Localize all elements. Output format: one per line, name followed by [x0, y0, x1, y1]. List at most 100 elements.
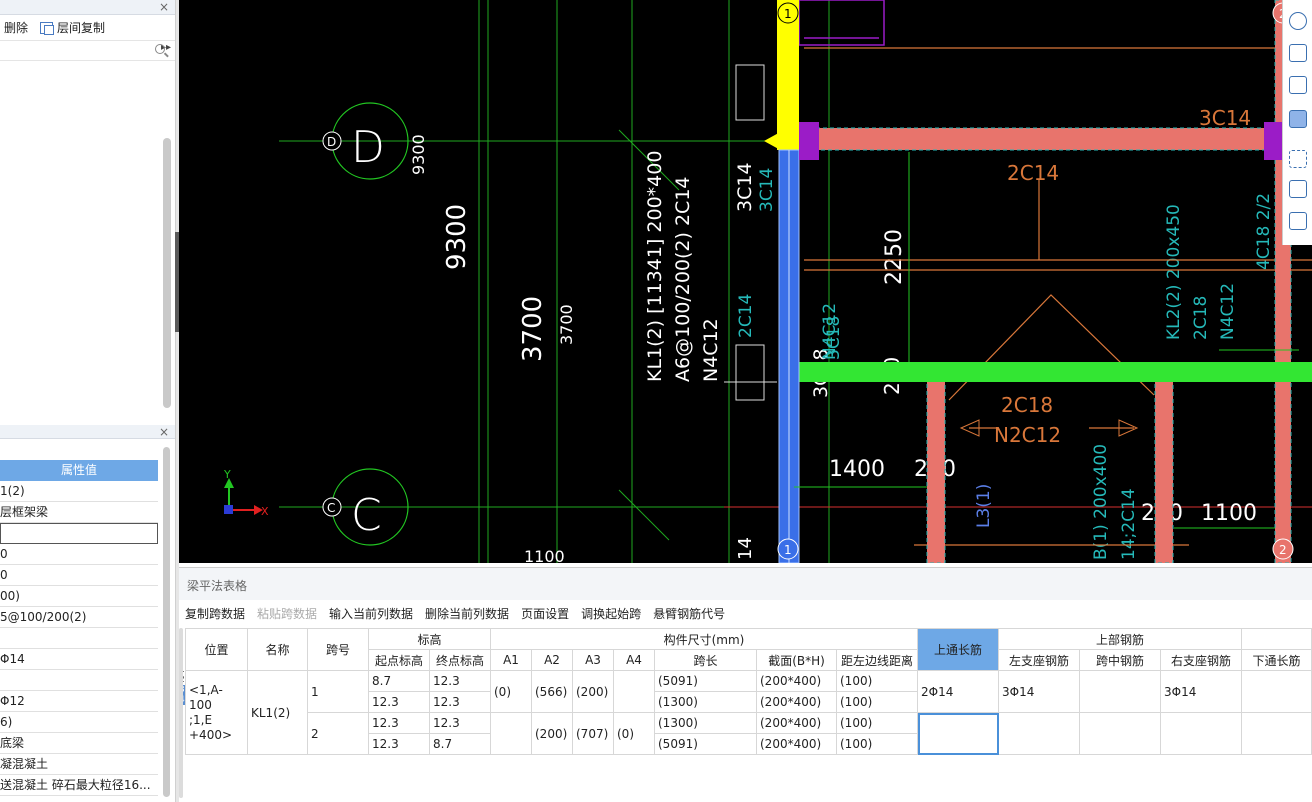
section-cell[interactable]: (200*400): [756, 712, 837, 734]
property-value-row[interactable]: [0, 523, 158, 544]
property-value-row[interactable]: Φ12: [0, 691, 158, 712]
search-icon[interactable]: [155, 44, 165, 54]
property-value-row[interactable]: 送混凝土 碎石最大粒径16...: [0, 775, 158, 796]
property-value-row[interactable]: 5@100/200(2): [0, 607, 158, 628]
a2-cell[interactable]: (566): [531, 670, 573, 713]
col-section[interactable]: 截面(B*H): [756, 649, 837, 671]
end-elev-cell[interactable]: 12.3: [429, 670, 491, 692]
right-support-cell[interactable]: [1160, 712, 1242, 755]
swap-start-span-button[interactable]: 调换起始跨: [581, 605, 641, 622]
mid-span-cell[interactable]: [1079, 712, 1161, 755]
drawing-canvas[interactable]: D C D C 9300 9300 3700 3700 1100 2250 14…: [179, 0, 1312, 563]
col-elevation[interactable]: 标高: [368, 628, 491, 650]
span-length-cell[interactable]: (5091): [654, 733, 757, 755]
start-elev-cell[interactable]: 12.3: [368, 691, 430, 713]
a4-cell[interactable]: [613, 670, 655, 713]
span-length-cell[interactable]: (5091): [654, 670, 757, 692]
a3-cell[interactable]: (707): [572, 712, 614, 755]
a4-cell[interactable]: (0): [613, 712, 655, 755]
left-support-cell[interactable]: [998, 712, 1080, 755]
span-cell[interactable]: 1: [307, 670, 369, 713]
col-left-support[interactable]: 左支座钢筋: [998, 649, 1080, 671]
page-setup-button[interactable]: 页面设置: [521, 605, 569, 622]
bottom-continuous-cell[interactable]: [1241, 712, 1312, 755]
top-continuous-cell-selected[interactable]: [917, 712, 999, 755]
property-value-row[interactable]: [0, 628, 158, 649]
col-position[interactable]: 位置: [185, 628, 248, 671]
col-a3[interactable]: A3: [572, 649, 614, 671]
start-elev-cell[interactable]: 8.7: [368, 670, 430, 692]
end-elev-cell[interactable]: 12.3: [429, 712, 491, 734]
copy-span-data-button[interactable]: 复制跨数据: [185, 605, 245, 622]
property-value-row[interactable]: [0, 670, 158, 691]
3d-view-icon[interactable]: [1289, 44, 1307, 62]
table-scrollbar[interactable]: [179, 628, 183, 798]
span-cell[interactable]: 2: [307, 712, 369, 755]
col-right-support[interactable]: 右支座钢筋: [1160, 649, 1242, 671]
end-elev-cell[interactable]: 12.3: [429, 691, 491, 713]
col-start-elev[interactable]: 起点标高: [368, 649, 430, 671]
col-span-no[interactable]: 跨号: [307, 628, 369, 671]
distance-cell[interactable]: (100): [836, 670, 918, 692]
cube-view-icon[interactable]: [1289, 110, 1307, 128]
floor-copy-button[interactable]: 层间复制: [40, 19, 105, 36]
a3-cell[interactable]: (200): [572, 670, 614, 713]
property-value-row[interactable]: 1(2): [0, 481, 158, 502]
col-bottom-continuous[interactable]: 下通长筋: [1241, 649, 1312, 671]
a2-cell[interactable]: (200): [531, 712, 573, 755]
a1-cell[interactable]: [490, 712, 532, 755]
col-size[interactable]: 构件尺寸(mm): [490, 628, 918, 650]
start-elev-cell[interactable]: 12.3: [368, 733, 430, 755]
bottom-continuous-cell[interactable]: [1241, 670, 1312, 713]
cantilever-rebar-code-button[interactable]: 悬臂钢筋代号: [653, 605, 725, 622]
left-support-cell[interactable]: 3Φ14: [998, 670, 1080, 713]
section-cell[interactable]: (200*400): [756, 733, 837, 755]
property-value-row[interactable]: 00): [0, 586, 158, 607]
col-top-continuous[interactable]: 上通长筋: [917, 628, 999, 671]
distance-cell[interactable]: (100): [836, 733, 918, 755]
properties-sheet-icon[interactable]: [1289, 212, 1307, 230]
col-name[interactable]: 名称: [247, 628, 308, 671]
isolate-icon[interactable]: [1289, 180, 1307, 198]
scrollbar[interactable]: [163, 447, 170, 797]
name-cell[interactable]: KL1(2): [247, 670, 308, 755]
col-end-elev[interactable]: 终点标高: [429, 649, 491, 671]
distance-cell[interactable]: (100): [836, 691, 918, 713]
mid-span-cell[interactable]: [1079, 670, 1161, 713]
col-span-length[interactable]: 跨长: [654, 649, 757, 671]
paste-span-data-button[interactable]: 粘贴跨数据: [257, 605, 317, 622]
property-value-row[interactable]: 层框架梁: [0, 502, 158, 523]
close-icon[interactable]: ×: [159, 425, 169, 439]
start-elev-cell[interactable]: 12.3: [368, 712, 430, 734]
col-a2[interactable]: A2: [531, 649, 573, 671]
col-top-rebar[interactable]: 上部钢筋: [998, 628, 1242, 650]
property-value-row[interactable]: 凝混凝土: [0, 754, 158, 775]
span-length-cell[interactable]: (1300): [654, 691, 757, 713]
fit-extent-icon[interactable]: [1289, 150, 1307, 168]
col-extra[interactable]: [1241, 628, 1312, 650]
close-icon[interactable]: ×: [159, 0, 169, 14]
box-view-icon[interactable]: [1289, 76, 1307, 94]
distance-cell[interactable]: (100): [836, 712, 918, 734]
delete-column-data-button[interactable]: 删除当前列数据: [425, 605, 509, 622]
col-left-distance[interactable]: 距左边线距离: [836, 649, 918, 671]
section-cell[interactable]: (200*400): [756, 670, 837, 692]
delete-button[interactable]: 删除: [4, 19, 28, 36]
a1-cell[interactable]: (0): [490, 670, 532, 713]
position-cell[interactable]: <1,A-100 ;1,E +400>: [185, 670, 248, 755]
section-cell[interactable]: (200*400): [756, 691, 837, 713]
input-column-data-button[interactable]: 输入当前列数据: [329, 605, 413, 622]
property-value-row[interactable]: Φ14: [0, 649, 158, 670]
scrollbar[interactable]: [163, 138, 171, 408]
property-value-row[interactable]: 6): [0, 712, 158, 733]
col-a1[interactable]: A1: [490, 649, 532, 671]
orbit-icon[interactable]: [1289, 12, 1307, 30]
property-value-row[interactable]: 0: [0, 565, 158, 586]
span-length-cell[interactable]: (1300): [654, 712, 757, 734]
search-input[interactable]: [0, 41, 175, 61]
end-elev-cell[interactable]: 8.7: [429, 733, 491, 755]
col-a4[interactable]: A4: [613, 649, 655, 671]
top-continuous-cell[interactable]: 2Φ14: [917, 670, 999, 713]
property-value-row[interactable]: 0: [0, 544, 158, 565]
property-value-row[interactable]: 底梁: [0, 733, 158, 754]
